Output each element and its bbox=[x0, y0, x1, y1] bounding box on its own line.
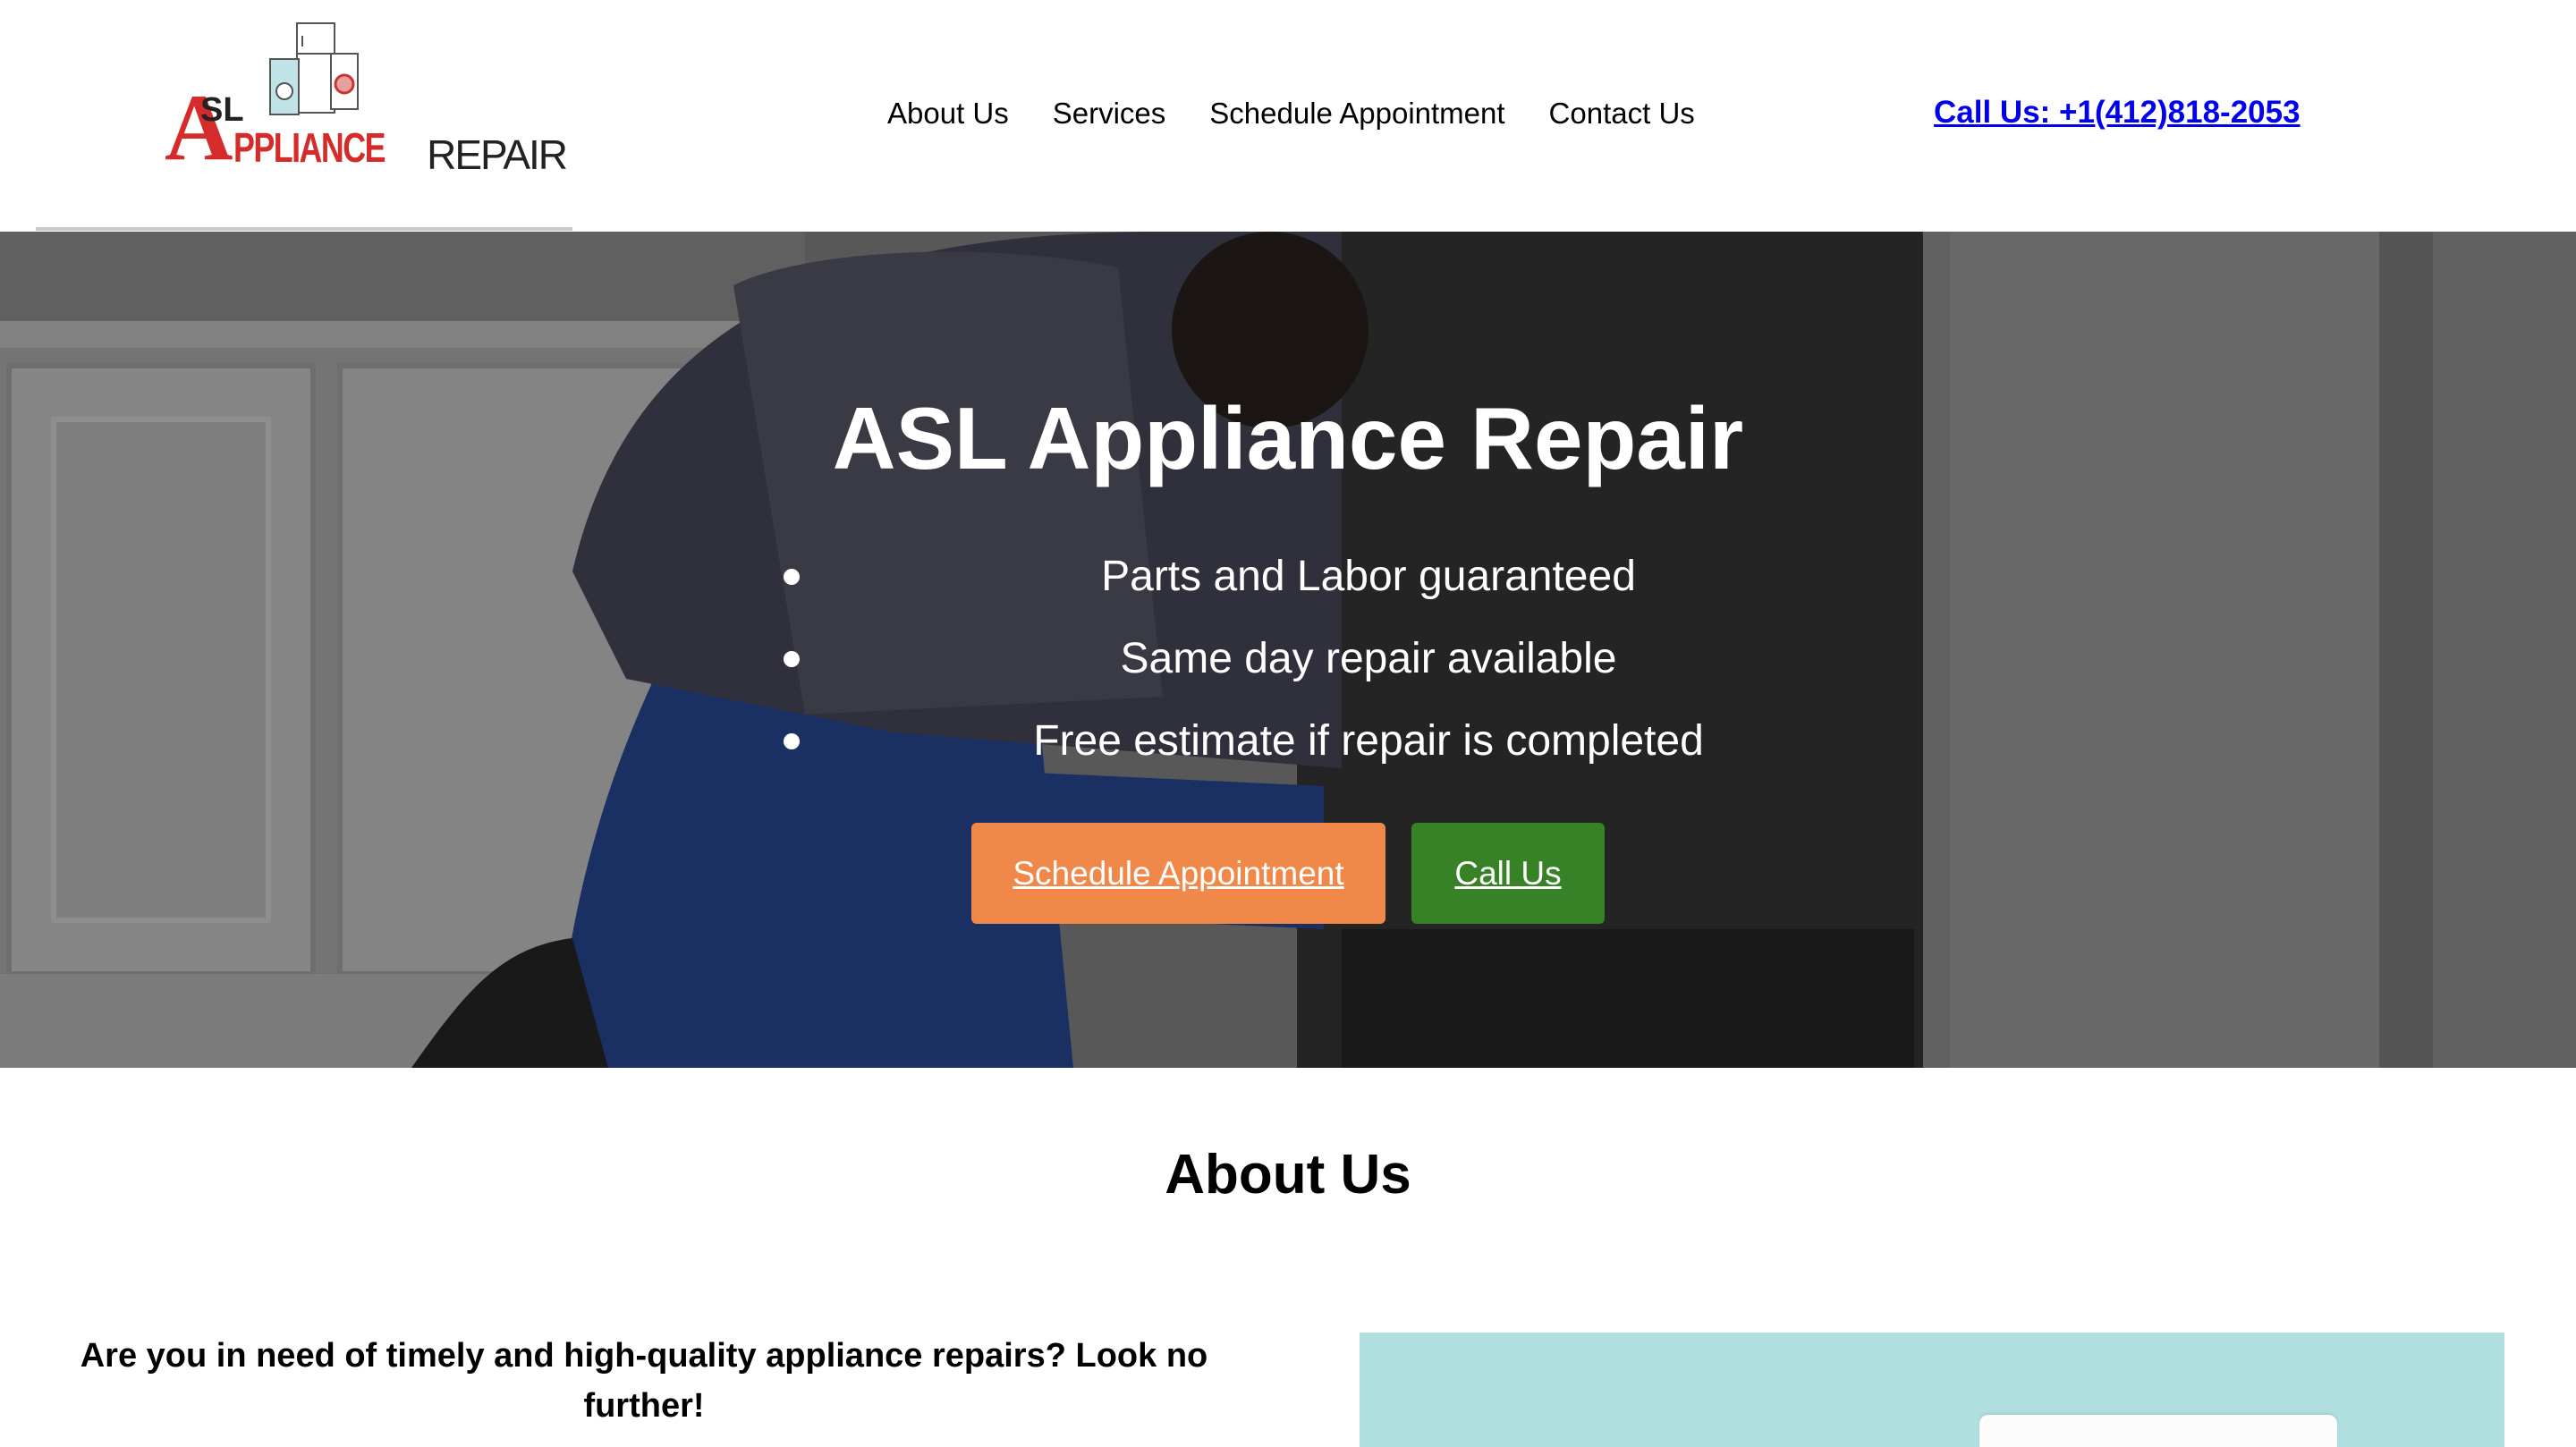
list-item: Same day repair available bbox=[0, 618, 2576, 700]
nav-schedule-appointment[interactable]: Schedule Appointment bbox=[1209, 97, 1504, 131]
nav-about-us[interactable]: About Us bbox=[887, 97, 1009, 131]
refrigerator-illustration bbox=[1979, 1415, 2337, 1447]
bullet-text: Parts and Labor guaranteed bbox=[1101, 553, 1636, 600]
bullet-icon bbox=[784, 733, 800, 749]
bullet-text: Free estimate if repair is completed bbox=[1033, 717, 1704, 765]
logo[interactable]: APPLIANCE REPAIR SL bbox=[165, 20, 568, 175]
nav-services[interactable]: Services bbox=[1053, 97, 1166, 131]
site-header: APPLIANCE REPAIR SL About Us Services Sch… bbox=[0, 0, 2576, 232]
about-intro-text: Are you in need of timely and high-quali… bbox=[80, 1337, 1208, 1425]
logo-ppliance: PPLIANCE bbox=[233, 124, 386, 171]
appliance-image bbox=[1360, 1333, 2504, 1447]
hero-title: ASL Appliance Repair bbox=[832, 389, 1744, 487]
bullet-text: Same day repair available bbox=[1120, 635, 1617, 682]
list-item: Parts and Labor guaranteed bbox=[0, 536, 2576, 618]
call-us-button[interactable]: Call Us bbox=[1411, 823, 1605, 924]
hero-bullet-list: Parts and Labor guaranteed Same day repa… bbox=[0, 536, 2576, 783]
schedule-appointment-button[interactable]: Schedule Appointment bbox=[971, 823, 1385, 924]
header-divider bbox=[36, 227, 572, 231]
logo-sl: SL bbox=[200, 91, 244, 129]
about-heading: About Us bbox=[1165, 1144, 1411, 1206]
list-item: Free estimate if repair is completed bbox=[0, 700, 2576, 783]
nav-contact-us[interactable]: Contact Us bbox=[1549, 97, 1695, 131]
call-phone-link[interactable]: Call Us: +1(412)818-2053 bbox=[1934, 95, 2301, 131]
bullet-icon bbox=[784, 569, 800, 585]
hero-section: ASL Appliance Repair Parts and Labor gua… bbox=[0, 232, 2576, 1068]
main-nav: About Us Services Schedule Appointment C… bbox=[887, 97, 1739, 131]
logo-repair: REPAIR bbox=[427, 131, 568, 178]
bullet-icon bbox=[784, 651, 800, 667]
